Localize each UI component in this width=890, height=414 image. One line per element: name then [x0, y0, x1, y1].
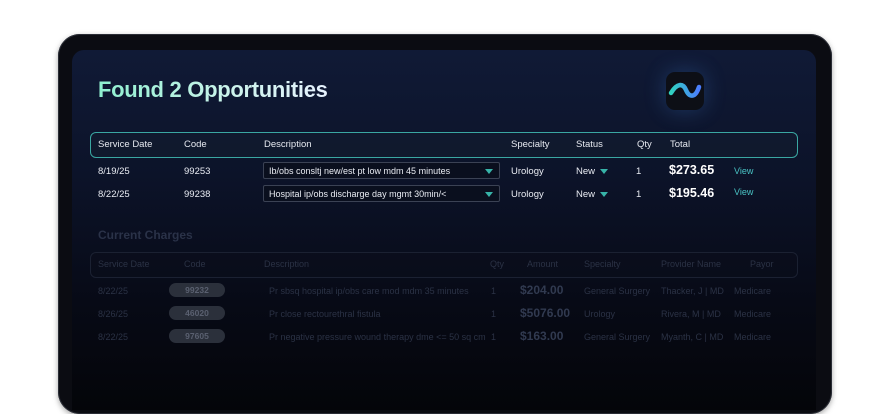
provider: Myanth, C | MD: [661, 332, 724, 342]
col-total: Total: [670, 139, 691, 150]
caret-down-icon: [600, 191, 609, 197]
specialty: General Surgery: [584, 286, 651, 296]
service-date: 8/22/25: [98, 332, 129, 342]
col-description: Description: [264, 259, 310, 269]
status-dropdown[interactable]: New: [576, 189, 609, 200]
status-dropdown[interactable]: New: [576, 166, 609, 177]
provider: Rivera, M | MD: [661, 309, 721, 319]
code: 99253: [184, 166, 211, 177]
description-value: Hospital ip/obs discharge day mgmt 30min…: [269, 189, 447, 199]
col-service-date: Service Date: [98, 139, 153, 150]
service-date: 8/22/25: [98, 286, 129, 296]
payor: Medicare: [734, 309, 772, 319]
code: 99238: [184, 189, 211, 200]
description-select[interactable]: Hospital ip/obs discharge day mgmt 30min…: [263, 185, 500, 202]
caret-down-icon: [485, 169, 493, 174]
current-charges-title: Current Charges: [98, 228, 193, 242]
description-select[interactable]: Ib/obs consltj new/est pt low mdm 45 min…: [263, 162, 500, 179]
caret-down-icon: [600, 168, 609, 174]
amount: $163.00: [520, 329, 564, 343]
view-link[interactable]: View: [734, 166, 753, 176]
qty: 1: [491, 286, 497, 296]
specialty: Urology: [584, 309, 616, 319]
col-code: Code: [184, 259, 206, 269]
specialty: General Surgery: [584, 332, 651, 342]
specialty: Urology: [511, 166, 544, 177]
col-service-date: Service Date: [98, 259, 150, 269]
col-status: Status: [576, 139, 603, 150]
app-screen: Found 2 Opportunities Service Date Code …: [72, 50, 816, 410]
qty: 1: [636, 189, 642, 200]
qty: 1: [636, 166, 642, 177]
description-value: Ib/obs consltj new/est pt low mdm 45 min…: [269, 166, 451, 176]
total-amount: $273.65: [669, 163, 715, 177]
amount: $204.00: [520, 283, 564, 297]
description: Pr negative pressure wound therapy dme <…: [269, 332, 486, 342]
col-payor: Payor: [750, 259, 774, 269]
service-date: 8/22/25: [98, 189, 130, 200]
col-qty: Qty: [490, 259, 505, 269]
page-title: Found 2 Opportunities: [98, 77, 328, 102]
payor: Medicare: [734, 332, 772, 342]
qty: 1: [491, 332, 497, 342]
provider: Thacker, J | MD: [661, 286, 724, 296]
amount: $5076.00: [520, 306, 571, 320]
view-link[interactable]: View: [734, 187, 753, 197]
status-value: New: [576, 189, 596, 200]
status-value: New: [576, 166, 596, 177]
code-badge: 99232: [169, 283, 225, 297]
description: Pr close rectourethral fistula: [269, 309, 381, 319]
col-description: Description: [264, 139, 312, 150]
qty: 1: [491, 309, 497, 319]
service-date: 8/26/25: [98, 309, 129, 319]
caret-down-icon: [485, 192, 493, 197]
payor: Medicare: [734, 286, 772, 296]
service-date: 8/19/25: [98, 166, 130, 177]
col-specialty: Specialty: [511, 139, 550, 150]
col-qty: Qty: [637, 139, 652, 150]
code-badge: 97605: [169, 329, 225, 343]
wave-logo-icon: [666, 72, 704, 110]
description: Pr sbsq hospital ip/obs care mod mdm 35 …: [269, 286, 469, 296]
col-specialty: Specialty: [584, 259, 621, 269]
col-amount: Amount: [527, 259, 559, 269]
col-provider: Provider Name: [661, 259, 722, 269]
total-amount: $195.46: [669, 186, 715, 200]
code-badge: 46020: [169, 306, 225, 320]
col-code: Code: [184, 139, 207, 150]
specialty: Urology: [511, 189, 544, 200]
